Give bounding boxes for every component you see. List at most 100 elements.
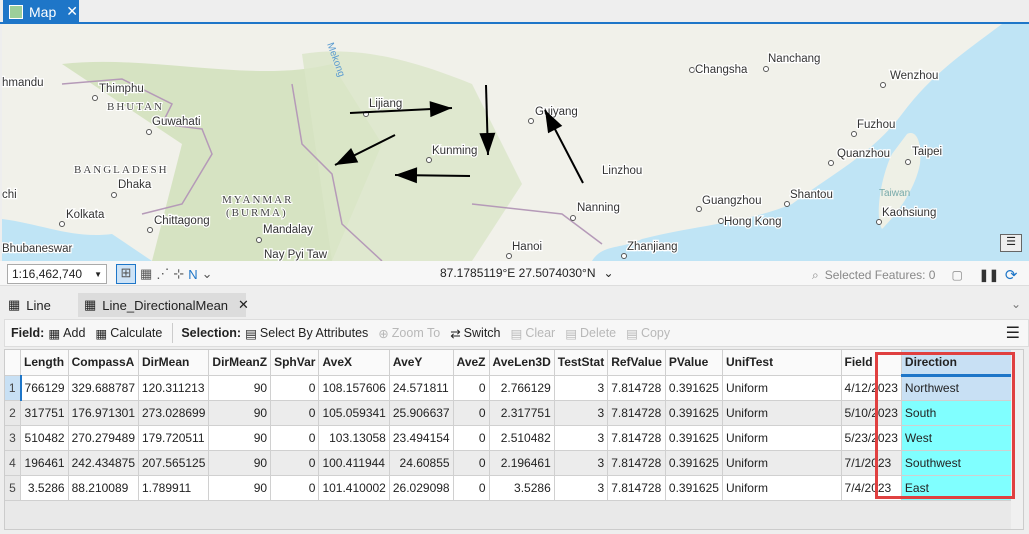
basemap-icon[interactable]: ☰ <box>1000 234 1022 252</box>
constraints-icon[interactable]: ⋰ <box>156 266 169 282</box>
cell-avez: 0 <box>453 399 490 425</box>
cell-avez: 0 <box>453 449 490 475</box>
svg-text:chi: chi <box>2 189 17 201</box>
delete-button[interactable]: ▤ Delete <box>565 326 616 341</box>
map-canvas[interactable]: hmandu Thimphu BHUTAN Guwahati BANGLADES… <box>2 24 1029 261</box>
clear-button[interactable]: ▤ Clear <box>511 326 556 341</box>
column-header-length[interactable]: Length <box>20 350 69 375</box>
zoom-to-label: Zoom To <box>391 326 441 340</box>
tab-line-directionalmean[interactable]: ▦ Line_DirectionalMean ✕ <box>78 293 249 317</box>
column-header-avex[interactable]: AveX <box>318 350 390 375</box>
chevron-down-icon[interactable]: ⌄ <box>202 266 213 282</box>
map-view[interactable]: hmandu Thimphu BHUTAN Guwahati BANGLADES… <box>2 24 1029 261</box>
cell-compassa: 176.971301 <box>68 399 140 425</box>
row-number[interactable]: 2 <box>5 399 22 425</box>
cell-avex: 105.059341 <box>318 399 390 425</box>
svg-text:Fuzhou: Fuzhou <box>857 119 895 131</box>
svg-text:Zhanjiang: Zhanjiang <box>627 241 678 253</box>
switch-label: Switch <box>463 326 501 340</box>
cell-teststat: 3 <box>554 474 609 500</box>
cell-length: 766129 <box>20 374 69 400</box>
cell-avelen3d: 2.317751 <box>489 399 555 425</box>
close-icon[interactable]: ✕ <box>66 3 78 20</box>
select-by-attributes-button[interactable]: ▤ Select By Attributes <box>245 326 368 341</box>
row-number[interactable]: 4 <box>5 449 22 475</box>
scale-dropdown[interactable]: 1:16,462,740 ▼ <box>7 264 107 284</box>
measure-icon[interactable]: ⊹ <box>173 266 184 282</box>
select-all-corner[interactable] <box>5 350 22 375</box>
map-tab-bar <box>0 0 1029 24</box>
column-header-avez[interactable]: AveZ <box>453 350 490 375</box>
chevron-down-icon[interactable]: ⌄ <box>604 266 614 280</box>
svg-text:Lijiang: Lijiang <box>369 98 402 110</box>
pause-icon[interactable]: ❚❚ <box>979 268 999 282</box>
cell-uniftest: Uniform <box>722 374 842 400</box>
svg-text:Thimphu: Thimphu <box>99 83 144 95</box>
table-row[interactable]: 4 196461 242.434875 207.565125 90 0 100.411944… <box>5 449 1024 475</box>
table-row[interactable]: 5 3.5286 88.210089 1.789911 90 0 101.410002 26.… <box>5 474 1024 500</box>
cell-uniftest: Uniform <box>722 449 842 475</box>
cell-dirmeanz: 90 <box>208 474 272 500</box>
delete-icon: ▤ <box>565 326 577 341</box>
svg-text:Kolkata: Kolkata <box>66 209 105 221</box>
column-header-avelen3d[interactable]: AveLen3D <box>489 350 555 375</box>
column-header-compassa[interactable]: CompassA <box>68 350 140 375</box>
svg-text:Taipei: Taipei <box>912 146 942 158</box>
table-row[interactable]: 3 510482 270.279489 179.720511 90 0 103.13058 2… <box>5 424 1024 450</box>
cell-avelen3d: 2.766129 <box>489 374 555 400</box>
calculate-button[interactable]: ▦ Calculate <box>95 326 162 341</box>
chevron-down-icon: ▼ <box>94 270 102 279</box>
selection-view-icon[interactable]: ▢ <box>951 268 962 282</box>
column-header-sphvar[interactable]: SphVar <box>270 350 320 375</box>
column-header-dirmean[interactable]: DirMean <box>138 350 210 375</box>
row-number[interactable]: 5 <box>5 474 22 500</box>
refresh-icon[interactable]: ⟳ <box>1005 266 1018 284</box>
cell-pvalue: 0.391625 <box>665 424 723 450</box>
zoom-to-button[interactable]: ⊕ Zoom To <box>378 326 440 341</box>
clear-label: Clear <box>525 326 556 340</box>
row-number[interactable]: 3 <box>5 424 22 450</box>
cell-refvalue: 7.814728 <box>607 474 666 500</box>
field-label: Field: <box>11 326 45 340</box>
switch-button[interactable]: ⇄ Switch <box>450 326 500 341</box>
grid-icon[interactable]: ▦ <box>140 266 152 282</box>
svg-text:Guiyang: Guiyang <box>535 106 578 118</box>
svg-text:Wenzhou: Wenzhou <box>890 70 938 82</box>
menu-icon[interactable]: ☰ <box>1006 323 1020 343</box>
cell-avez: 0 <box>453 424 490 450</box>
cell-uniftest: Uniform <box>722 424 842 450</box>
close-icon[interactable]: ✕ <box>238 297 249 313</box>
north-arrow-icon[interactable]: N <box>188 267 197 282</box>
svg-text:(BURMA): (BURMA) <box>226 207 288 219</box>
column-header-pvalue[interactable]: PValue <box>665 350 723 375</box>
add-field-icon: ▦ <box>48 326 61 341</box>
svg-text:BHUTAN: BHUTAN <box>107 101 164 113</box>
chevron-down-icon[interactable]: ⌄ <box>1011 297 1021 311</box>
cell-uniftest: Uniform <box>722 399 842 425</box>
copy-button[interactable]: ▤ Copy <box>626 326 670 341</box>
cell-avey: 25.906637 <box>389 399 454 425</box>
selection-label: Selection: <box>181 326 242 340</box>
column-header-teststat[interactable]: TestStat <box>554 350 609 375</box>
svg-text:Guwahati: Guwahati <box>152 116 201 128</box>
coordinate-readout: 87.1785119°E 27.5074030°N <box>440 266 596 280</box>
svg-text:Shantou: Shantou <box>790 189 833 201</box>
svg-text:Hong Kong: Hong Kong <box>724 216 782 228</box>
attribute-table: Length CompassA DirMean DirMeanZ SphVar AveX A… <box>4 349 1024 530</box>
snapping-icon[interactable]: ⊞ <box>116 264 136 284</box>
column-header-refvalue[interactable]: RefValue <box>607 350 666 375</box>
add-field-button[interactable]: ▦ Add <box>48 326 85 341</box>
cell-pvalue: 0.391625 <box>665 449 723 475</box>
column-header-uniftest[interactable]: UnifTest <box>722 350 842 375</box>
table-icon: ▦ <box>8 297 21 312</box>
column-header-dirmeanz[interactable]: DirMeanZ <box>208 350 272 375</box>
table-row[interactable]: 2 317751 176.971301 273.028699 90 0 105.059341… <box>5 399 1024 425</box>
map-tab[interactable]: Map ✕ <box>3 0 79 23</box>
table-row[interactable]: 1 766129 329.688787 120.311213 90 0 108.157606… <box>5 374 1024 400</box>
row-number[interactable]: 1 <box>5 374 22 400</box>
column-header-avey[interactable]: AveY <box>389 350 454 375</box>
tab-line[interactable]: ▦ Line <box>2 293 57 317</box>
cell-length: 510482 <box>20 424 69 450</box>
cell-dirmeanz: 90 <box>208 374 272 400</box>
svg-text:Dhaka: Dhaka <box>118 179 152 191</box>
